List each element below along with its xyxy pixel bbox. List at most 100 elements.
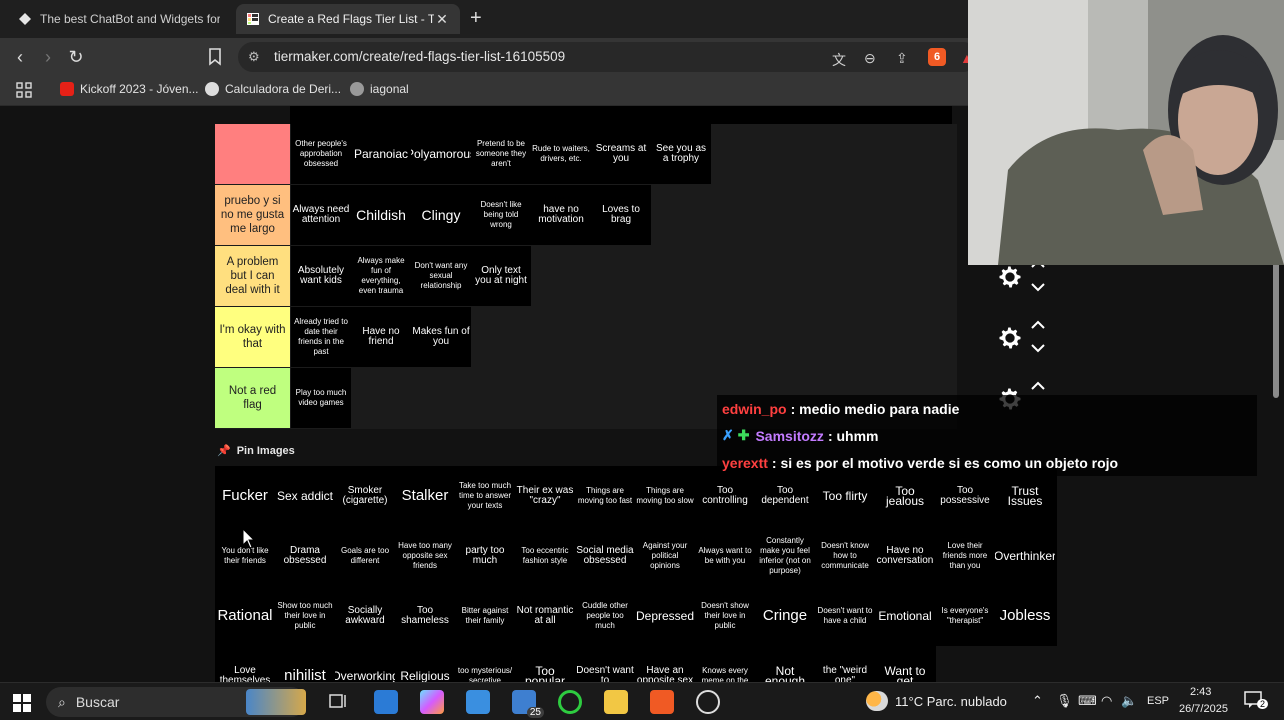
pool-item[interactable]: Have an opposite sex <box>635 646 695 683</box>
tier-label[interactable] <box>215 124 290 184</box>
zoom-icon[interactable]: ⊖ <box>864 50 876 67</box>
translate-icon[interactable]: 文 <box>832 50 846 70</box>
pool-item[interactable]: party too much <box>455 526 515 586</box>
pool-item[interactable]: Religious <box>395 646 455 682</box>
pool-item[interactable]: Sex addict <box>275 466 335 526</box>
bookmark-icon[interactable] <box>203 46 227 68</box>
tier-item[interactable]: Childish <box>351 185 411 245</box>
tier-item[interactable]: Play too much video games <box>291 368 351 428</box>
tier-item[interactable]: Pretend to be someone they aren't <box>471 124 531 184</box>
pool-item[interactable]: too mysterious/ secretive <box>455 646 515 682</box>
pool-item[interactable]: Cuddle other people too much <box>575 586 635 646</box>
tier-item[interactable]: Screams at you <box>591 124 651 184</box>
tier-item[interactable]: Loves to brag <box>591 185 651 245</box>
tier-item[interactable]: Makes fun of you <box>411 307 471 367</box>
pool-item[interactable]: Smoker (cigarette) <box>335 466 395 526</box>
microphone-icon[interactable]: 🎙 <box>1056 693 1073 709</box>
tier-item[interactable]: Always need attention <box>291 185 351 245</box>
task-view-icon[interactable] <box>326 690 350 714</box>
tier-item[interactable]: Other people's approbation obsessed <box>291 124 351 184</box>
pool-item[interactable]: Doesn't know how to communicate <box>815 526 875 586</box>
mail-icon[interactable]: 25 <box>512 690 544 718</box>
pool-item[interactable]: Drama obsessed <box>275 526 335 586</box>
brave-browser-icon[interactable] <box>650 690 674 714</box>
close-tab-icon[interactable]: ✕ <box>434 11 450 28</box>
pool-item[interactable]: Have too many opposite sex friends <box>395 526 455 586</box>
pool-item[interactable]: Overthinker <box>995 526 1055 586</box>
vscode-icon[interactable] <box>374 690 398 714</box>
obs-icon[interactable] <box>696 690 720 714</box>
brave-shields-icon[interactable]: 6 <box>928 48 946 66</box>
pool-item[interactable]: Against your political opinions <box>635 526 695 586</box>
pin-images-toggle[interactable]: 📌 Pin Images <box>217 444 295 458</box>
copilot-icon[interactable] <box>420 690 444 714</box>
windows-start-icon[interactable] <box>13 694 31 712</box>
tier-label[interactable]: Not a red flag <box>215 368 290 428</box>
pool-item[interactable]: Doesn't show their love in public <box>695 586 755 646</box>
tier-item[interactable]: Have no friend <box>351 307 411 367</box>
store-icon[interactable] <box>466 690 490 714</box>
tab-tiermaker[interactable]: Create a Red Flags Tier List - Tier ✕ <box>236 4 460 34</box>
tier-item[interactable]: Always make fun of everything, even trau… <box>351 246 411 306</box>
file-explorer-icon[interactable] <box>604 690 628 714</box>
tab-chatbot[interactable]: The best ChatBot and Widgets for Ki <box>8 4 230 34</box>
tier-item[interactable]: Polyamorous <box>411 124 471 184</box>
apps-grid-icon[interactable] <box>16 82 32 98</box>
weather-text[interactable]: 11°C Parc. nublado <box>895 694 1007 709</box>
keyboard-icon[interactable]: ⌨ <box>1078 693 1097 709</box>
clock-time[interactable]: 2:43 <box>1190 686 1211 698</box>
pool-item[interactable]: Not romantic at all <box>515 586 575 646</box>
pool-item[interactable]: Socially awkward <box>335 586 395 646</box>
pool-item[interactable]: Stalker <box>395 466 455 526</box>
pool-item[interactable]: Things are moving too fast <box>575 466 635 526</box>
back-icon[interactable]: ‹ <box>8 46 32 68</box>
pool-item[interactable]: Emotional <box>875 586 935 646</box>
notification-icon[interactable]: 2 <box>1244 691 1269 712</box>
tier-item[interactable]: Already tried to date their friends in t… <box>291 307 351 367</box>
language-indicator[interactable]: ESP <box>1147 695 1169 707</box>
address-bar[interactable]: ⚙ tiermaker.com/create/red-flags-tier-li… <box>238 42 978 72</box>
pool-item[interactable]: Their ex was "crazy" <box>515 466 575 526</box>
bookmark-kickoff[interactable]: Kickoff 2023 - Jóven... <box>60 82 199 96</box>
new-tab-button[interactable]: + <box>470 8 482 28</box>
wifi-icon[interactable]: ◠ <box>1101 693 1112 709</box>
pool-item[interactable]: Goals are too different <box>335 526 395 586</box>
chevron-up-icon[interactable] <box>1030 318 1046 330</box>
pool-item[interactable]: Jobless <box>995 586 1055 646</box>
pool-item[interactable]: Always want to be with you <box>695 526 755 586</box>
pool-item[interactable]: Rational <box>215 586 275 646</box>
pool-item[interactable]: Too eccentric fashion style <box>515 526 575 586</box>
pool-item[interactable]: Fucker <box>215 466 275 526</box>
chevron-down-icon[interactable] <box>1030 281 1046 293</box>
pool-item[interactable]: Not enough <box>755 646 815 682</box>
tier-item[interactable]: Only text you at night <box>471 246 531 306</box>
pool-item[interactable]: the "weird one" <box>815 646 875 683</box>
tier-label[interactable]: I'm okay with that <box>215 307 290 367</box>
clock-date[interactable]: 26/7/2025 <box>1179 703 1228 715</box>
pool-item[interactable]: Bitter against their family <box>455 586 515 646</box>
pool-item[interactable]: Depressed <box>635 586 695 646</box>
gear-icon[interactable] <box>996 324 1024 352</box>
chevron-up-icon[interactable] <box>1030 379 1046 391</box>
taskbar-search[interactable]: ⌕ Buscar <box>46 687 306 717</box>
pool-item[interactable]: Is everyone's "therapist" <box>935 586 995 646</box>
pool-item[interactable]: Love their friends more than you <box>935 526 995 586</box>
pool-item[interactable]: Social media obsessed <box>575 526 635 586</box>
pool-item[interactable]: Want to get <box>875 646 935 682</box>
pool-item[interactable]: Too shameless <box>395 586 455 646</box>
pool-item[interactable]: Doesn't want to have a child <box>815 586 875 646</box>
bookmark-calculadora[interactable]: Calculadora de Deri... <box>205 82 341 96</box>
forward-icon[interactable]: › <box>36 46 60 68</box>
tier-item[interactable]: See you as a trophy <box>651 124 711 184</box>
tier-item[interactable]: Don't want any sexual relationship <box>411 246 471 306</box>
pool-item[interactable]: Have no conversation <box>875 526 935 586</box>
pool-item[interactable]: Things are moving too slow <box>635 466 695 526</box>
pool-item[interactable]: Overworking <box>335 646 395 682</box>
bookmark-iagonal[interactable]: iagonal <box>350 82 409 96</box>
share-icon[interactable]: ⇪ <box>896 50 908 67</box>
gear-icon[interactable] <box>996 263 1024 291</box>
tier-item[interactable]: Doesn't like being told wrong <box>471 185 531 245</box>
tier-item[interactable]: Clingy <box>411 185 471 245</box>
tier-item[interactable]: Rude to waiters, drivers, etc. <box>531 124 591 184</box>
tier-item[interactable]: Absolutely want kids <box>291 246 351 306</box>
